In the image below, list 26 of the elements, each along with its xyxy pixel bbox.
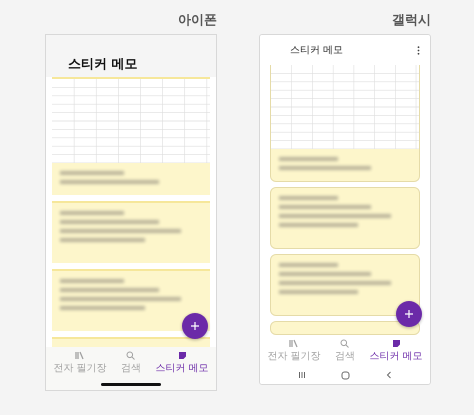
- sticky-note-card[interactable]: [270, 254, 420, 316]
- app-title: 스티커 메모: [68, 56, 138, 73]
- search-icon: [126, 351, 136, 360]
- books-icon: [288, 339, 299, 348]
- nav-tab[interactable]: 전자 필기장: [267, 339, 320, 363]
- back-icon[interactable]: [386, 371, 392, 379]
- sticky-note-icon: [392, 339, 401, 348]
- nav-tab[interactable]: 스티커 메모: [156, 351, 209, 375]
- nav-tab[interactable]: 검색: [120, 351, 141, 375]
- recents-icon[interactable]: [298, 371, 306, 379]
- nav-tab[interactable]: 전자 필기장: [53, 351, 106, 375]
- home-indicator[interactable]: [101, 382, 161, 386]
- home-icon[interactable]: [341, 370, 350, 380]
- nav-tab[interactable]: 스티커 메모: [370, 339, 423, 363]
- sticky-note-card[interactable]: [52, 269, 210, 331]
- plus-icon: [404, 309, 414, 319]
- device-label: 갤럭시: [391, 12, 431, 30]
- plus-icon: [190, 321, 200, 331]
- device-label: 아이폰: [177, 12, 217, 30]
- nav-tab[interactable]: 검색: [334, 339, 355, 363]
- search-icon: [340, 339, 350, 348]
- sticky-note-card[interactable]: [270, 321, 420, 335]
- sticky-note-icon: [178, 351, 187, 360]
- more-menu-icon[interactable]: [417, 46, 420, 54]
- books-icon: [74, 351, 85, 360]
- app-title: 스티커 메모: [290, 44, 344, 57]
